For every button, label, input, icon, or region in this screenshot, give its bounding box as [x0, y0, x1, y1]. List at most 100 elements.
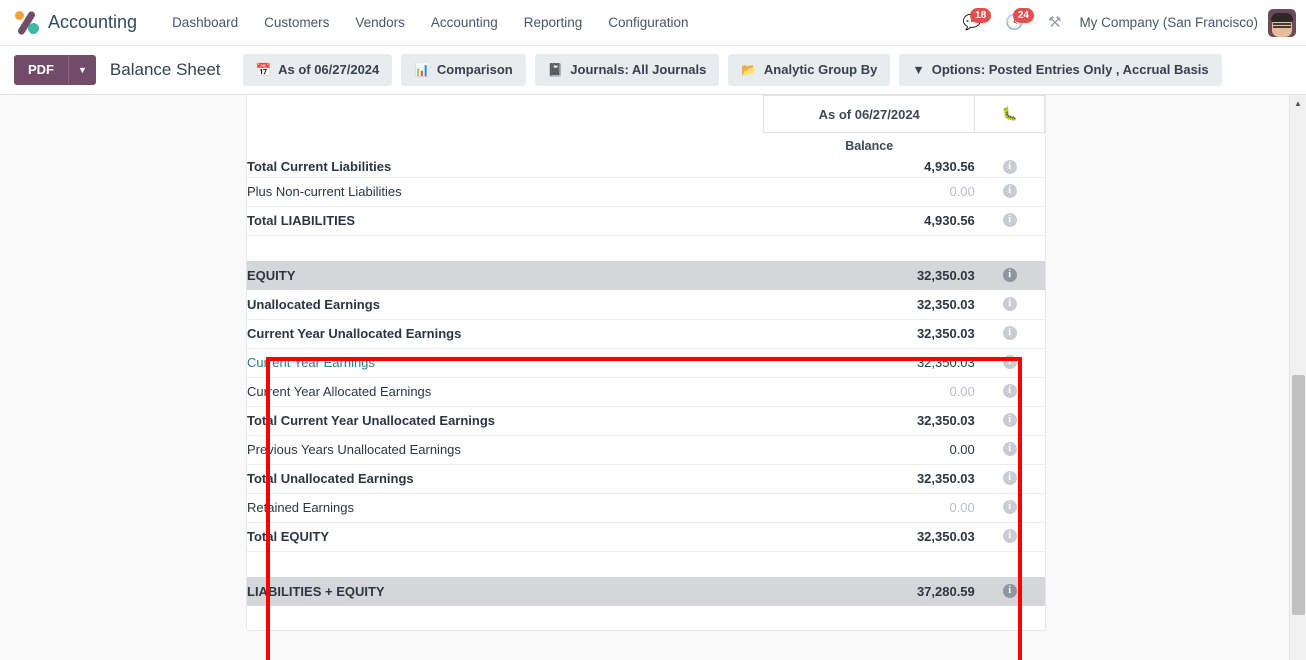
account-link[interactable]: Current Year Earnings [247, 348, 764, 377]
table-spacer-row [247, 235, 1045, 261]
table-row[interactable]: Retained Earnings 0.00 i [247, 493, 1045, 522]
row-balance-value[interactable]: 32,350.03 [764, 319, 975, 348]
row-info-cell: i [975, 157, 1045, 177]
row-balance-value[interactable]: 37,280.59 [764, 577, 975, 606]
header-spacer [247, 96, 764, 133]
info-icon[interactable]: i [1002, 184, 1017, 199]
table-row[interactable]: Total EQUITY 32,350.03 i [247, 522, 1045, 551]
info-icon[interactable]: i [1002, 500, 1017, 515]
row-info-cell: i [975, 348, 1045, 377]
table-row[interactable]: Current Year Unallocated Earnings 32,350.… [247, 319, 1045, 348]
info-icon[interactable]: i [1002, 384, 1017, 399]
filter-options-label: Options: Posted Entries Only , Accrual B… [931, 62, 1209, 78]
messages-badge: 18 [970, 8, 992, 23]
row-info-cell: i [975, 261, 1045, 290]
column-subheader-balance: Balance [845, 139, 894, 153]
user-avatar[interactable] [1268, 8, 1296, 37]
row-balance-value[interactable]: 4,930.56 [764, 157, 975, 177]
row-label: Retained Earnings [247, 500, 354, 515]
row-label: Total Current Liabilities [247, 159, 392, 175]
menu-item-accounting[interactable]: Accounting [418, 9, 511, 36]
filter-journals[interactable]: 📓 Journals: All Journals [534, 54, 720, 86]
pdf-export-group: PDF ▼ [14, 54, 96, 86]
filter-comparison[interactable]: 📊 Comparison [401, 54, 526, 86]
messages-button[interactable]: 💬 18 [951, 8, 994, 30]
table-row[interactable]: Total Current Year Unallocated Earnings 3… [247, 406, 1045, 435]
menu-item-dashboard[interactable]: Dashboard [159, 9, 251, 36]
table-body: Total Current Liabilities 4,930.56 i Plus N… [247, 157, 1045, 606]
table-subheader-row: Balance [247, 133, 1045, 158]
filter-date[interactable]: 📅 As of 06/27/2024 [242, 54, 393, 86]
subheader-spacer [247, 133, 764, 158]
filter-options[interactable]: ▼ Options: Posted Entries Only , Accrual… [899, 54, 1222, 86]
row-balance-value[interactable]: 0.00 [764, 177, 974, 206]
table-row[interactable]: Previous Years Unallocated Earnings 0.00 i [247, 435, 1045, 464]
pdf-button[interactable]: PDF [14, 54, 68, 86]
row-info-cell: i [975, 177, 1045, 206]
row-balance-value[interactable]: 32,350.03 [764, 406, 975, 435]
row-balance-value[interactable]: 0.00 [764, 435, 974, 464]
row-label [247, 551, 764, 577]
menu-item-reporting[interactable]: Reporting [511, 9, 596, 36]
row-balance-value[interactable]: 32,350.03 [764, 290, 975, 319]
pdf-dropdown-toggle[interactable]: ▼ [68, 54, 96, 86]
menu-item-customers[interactable]: Customers [251, 9, 342, 36]
row-balance-value[interactable]: 32,350.03 [764, 522, 975, 551]
info-icon[interactable]: i [1002, 213, 1017, 228]
row-label [247, 235, 764, 261]
info-icon[interactable]: i [1002, 529, 1017, 544]
table-row[interactable]: LIABILITIES + EQUITY 37,280.59 i [247, 577, 1045, 606]
column-header-audit[interactable]: 🐛 [974, 95, 1045, 133]
menu-item-vendors[interactable]: Vendors [342, 9, 418, 36]
company-switcher[interactable]: My Company (San Francisco) [1073, 15, 1268, 30]
row-info-cell: i [975, 377, 1045, 406]
developer-tools-button[interactable]: ⚒ [1036, 15, 1073, 30]
menu-item-configuration[interactable]: Configuration [595, 9, 701, 36]
info-icon[interactable]: i [1002, 355, 1017, 370]
row-info-cell: i [975, 522, 1045, 551]
info-icon[interactable]: i [1002, 442, 1017, 457]
report-content-area: As of 06/27/2024 🐛 Balance Total Current… [0, 95, 1306, 660]
row-balance-value[interactable]: 32,350.03 [764, 464, 975, 493]
row-balance-value[interactable]: 0.00 [764, 377, 974, 406]
info-icon[interactable]: i [1002, 471, 1017, 486]
row-balance-value [764, 235, 975, 261]
info-icon[interactable]: i [1002, 326, 1017, 341]
odoo-logo-icon[interactable] [14, 9, 40, 36]
table-row[interactable]: Current Year Allocated Earnings 0.00 i [247, 377, 1045, 406]
column-header-date[interactable]: As of 06/27/2024 [763, 95, 976, 133]
info-icon[interactable]: i [1002, 297, 1017, 312]
row-label: Current Year Allocated Earnings [247, 384, 432, 399]
info-icon[interactable]: i [1002, 584, 1017, 599]
vertical-scrollbar[interactable]: ▲ [1289, 95, 1306, 660]
filter-analytic-group-by[interactable]: 📂 Analytic Group By [728, 54, 891, 86]
bug-icon: 🐛 [1001, 106, 1018, 121]
info-icon[interactable]: i [1002, 268, 1017, 283]
row-info-cell [975, 551, 1045, 577]
table-row[interactable]: EQUITY 32,350.03 i [247, 261, 1045, 290]
table-row[interactable]: Total Current Liabilities 4,930.56 i [247, 157, 1045, 177]
row-label: Total EQUITY [247, 529, 330, 544]
table-row[interactable]: Unallocated Earnings 32,350.03 i [247, 290, 1045, 319]
main-menu: Dashboard Customers Vendors Accounting R… [159, 9, 702, 36]
info-icon[interactable]: i [1002, 413, 1017, 428]
row-balance-value[interactable]: 4,930.56 [764, 206, 975, 235]
row-info-cell: i [975, 290, 1045, 319]
table-spacer-row [247, 551, 1045, 577]
row-balance-value[interactable]: 32,350.03 [764, 348, 975, 377]
info-icon[interactable]: i [1002, 159, 1017, 174]
activities-button[interactable]: 🕓 24 [993, 8, 1036, 30]
scrollbar-thumb[interactable] [1292, 375, 1305, 615]
row-label: Total Current Year Unallocated Earnings [247, 413, 496, 428]
wrench-icon: ⚒ [1047, 14, 1062, 31]
scroll-up-arrow-icon[interactable]: ▲ [1290, 95, 1306, 112]
table-row[interactable]: Total Unallocated Earnings 32,350.03 i [247, 464, 1045, 493]
app-name[interactable]: Accounting [48, 12, 137, 33]
table-row[interactable]: Total LIABILITIES 4,930.56 i [247, 206, 1045, 235]
row-balance-value[interactable]: 0.00 [764, 493, 974, 522]
row-label: Unallocated Earnings [247, 296, 380, 312]
filter-comparison-label: Comparison [436, 62, 513, 78]
table-row[interactable]: Plus Non-current Liabilities 0.00 i [247, 177, 1045, 206]
table-row[interactable]: Current Year Earnings 32,350.03 i [247, 348, 1045, 377]
row-balance-value[interactable]: 32,350.03 [764, 261, 975, 290]
